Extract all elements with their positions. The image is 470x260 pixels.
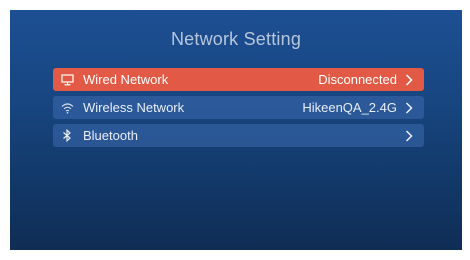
network-setting-screen: Network Setting Wired Network Disconnect… bbox=[10, 10, 462, 250]
wifi-icon bbox=[60, 101, 74, 115]
menu-item-label: Wired Network bbox=[83, 72, 169, 87]
page-title: Network Setting bbox=[170, 29, 302, 49]
wireless-network-value: HikeenQA_2.4G bbox=[302, 100, 397, 115]
menu-item-bluetooth[interactable]: Bluetooth bbox=[53, 124, 424, 147]
chevron-right-icon bbox=[405, 101, 415, 114]
menu-item-wired-network[interactable]: Wired Network Disconnected bbox=[53, 68, 424, 91]
chevron-right-icon bbox=[405, 73, 415, 86]
menu-item-wireless-network[interactable]: Wireless Network HikeenQA_2.4G bbox=[53, 96, 424, 119]
bluetooth-icon bbox=[60, 129, 74, 143]
menu-item-label: Wireless Network bbox=[83, 100, 185, 115]
menu-item-label: Bluetooth bbox=[83, 128, 138, 143]
monitor-icon bbox=[60, 73, 74, 87]
wired-status-value: Disconnected bbox=[318, 72, 397, 87]
network-menu: Wired Network Disconnected Wireless Netw… bbox=[53, 68, 424, 152]
chevron-right-icon bbox=[405, 129, 415, 142]
